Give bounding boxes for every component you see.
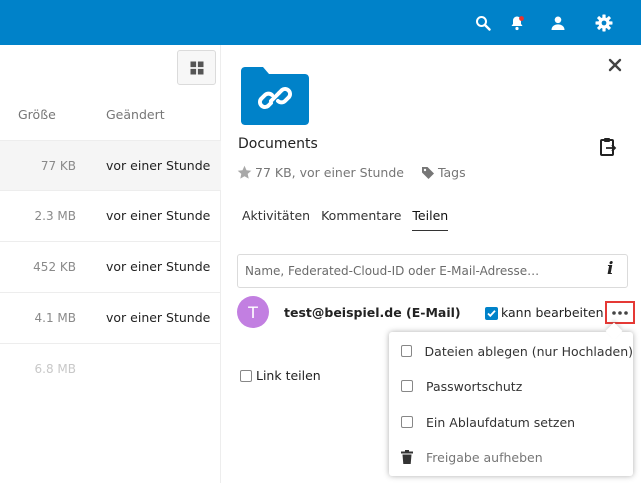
file-row[interactable]: 452 KB vor einer Stunde (0, 242, 221, 293)
more-options-button[interactable] (605, 301, 635, 324)
tab-comments[interactable]: Kommentare (321, 208, 401, 231)
file-size: 2.3 MB (34, 209, 76, 223)
file-modified: vor einer Stunde (106, 259, 211, 274)
link-share-checkbox[interactable] (240, 369, 252, 382)
column-header-modified[interactable]: Geändert (106, 107, 165, 122)
contacts-icon[interactable] (547, 12, 569, 34)
more-icon (612, 310, 628, 315)
menu-item-label: Ein Ablaufdatum setzen (426, 414, 576, 430)
sidebar-tabs: Aktivitäten Kommentare Teilen (242, 208, 459, 231)
link-share-row[interactable]: Link teilen (240, 368, 321, 383)
file-list: Größe Geändert 77 KB vor einer Stunde 2.… (0, 45, 221, 483)
tab-sharing[interactable]: Teilen (412, 208, 449, 231)
avatar: T (237, 296, 269, 328)
tags-label[interactable]: Tags (438, 165, 466, 180)
menu-item-password[interactable]: Passwortschutz (389, 368, 633, 404)
menu-item-upload-only[interactable]: Dateien ablegen (nur Hochladen) (389, 333, 633, 369)
menu-item-unshare[interactable]: Freigabe aufheben (389, 439, 633, 475)
can-edit-label[interactable]: kann bearbeiten (501, 305, 604, 320)
file-row[interactable]: 4.1 MB vor einer Stunde (0, 293, 221, 344)
file-row[interactable]: 2.3 MB vor einer Stunde (0, 191, 221, 242)
trash-icon (401, 450, 413, 464)
search-icon[interactable] (472, 12, 494, 34)
file-meta-text: 77 KB, vor einer Stunde (255, 165, 404, 180)
link-share-label[interactable]: Link teilen (256, 368, 321, 383)
share-options-menu: Dateien ablegen (nur Hochladen) Passwort… (389, 332, 633, 476)
clipboard-icon[interactable] (599, 137, 617, 157)
upload-only-checkbox[interactable] (401, 345, 412, 357)
file-meta: 77 KB, vor einer Stunde Tags (237, 165, 466, 180)
file-size: 452 KB (33, 260, 76, 274)
can-edit-checkbox[interactable] (485, 307, 498, 320)
file-modified: vor einer Stunde (106, 158, 211, 173)
shared-folder-icon (241, 67, 309, 125)
tag-icon[interactable] (421, 166, 435, 180)
column-header-size[interactable]: Größe (18, 107, 56, 122)
header-bar (0, 0, 641, 45)
expiration-checkbox[interactable] (401, 416, 413, 428)
settings-icon[interactable] (593, 12, 615, 34)
file-size: 4.1 MB (34, 311, 76, 325)
info-icon[interactable]: i (607, 259, 613, 279)
file-row[interactable]: 6.8 MB (0, 344, 221, 395)
star-icon[interactable] (237, 165, 252, 180)
password-checkbox[interactable] (401, 380, 413, 392)
close-icon[interactable] (608, 57, 628, 77)
file-size: 77 KB (40, 159, 76, 173)
menu-item-label: Passwortschutz (426, 378, 523, 394)
menu-item-expiration[interactable]: Ein Ablaufdatum setzen (389, 404, 633, 440)
tab-activities[interactable]: Aktivitäten (242, 208, 310, 231)
file-modified: vor einer Stunde (106, 208, 211, 223)
share-search-input[interactable] (237, 254, 628, 288)
menu-item-label: Dateien ablegen (nur Hochladen) (424, 343, 633, 359)
file-name: Documents (238, 136, 318, 152)
file-size: 6.8 MB (34, 362, 76, 376)
grid-view-button[interactable] (177, 50, 216, 85)
notifications-icon[interactable] (506, 12, 528, 34)
file-modified: vor einer Stunde (106, 310, 211, 325)
menu-item-label: Freigabe aufheben (426, 449, 543, 465)
file-row[interactable]: 77 KB vor einer Stunde (0, 140, 221, 191)
sharee-name: test@beispiel.de (E-Mail) (284, 305, 461, 320)
grid-icon (190, 61, 203, 74)
